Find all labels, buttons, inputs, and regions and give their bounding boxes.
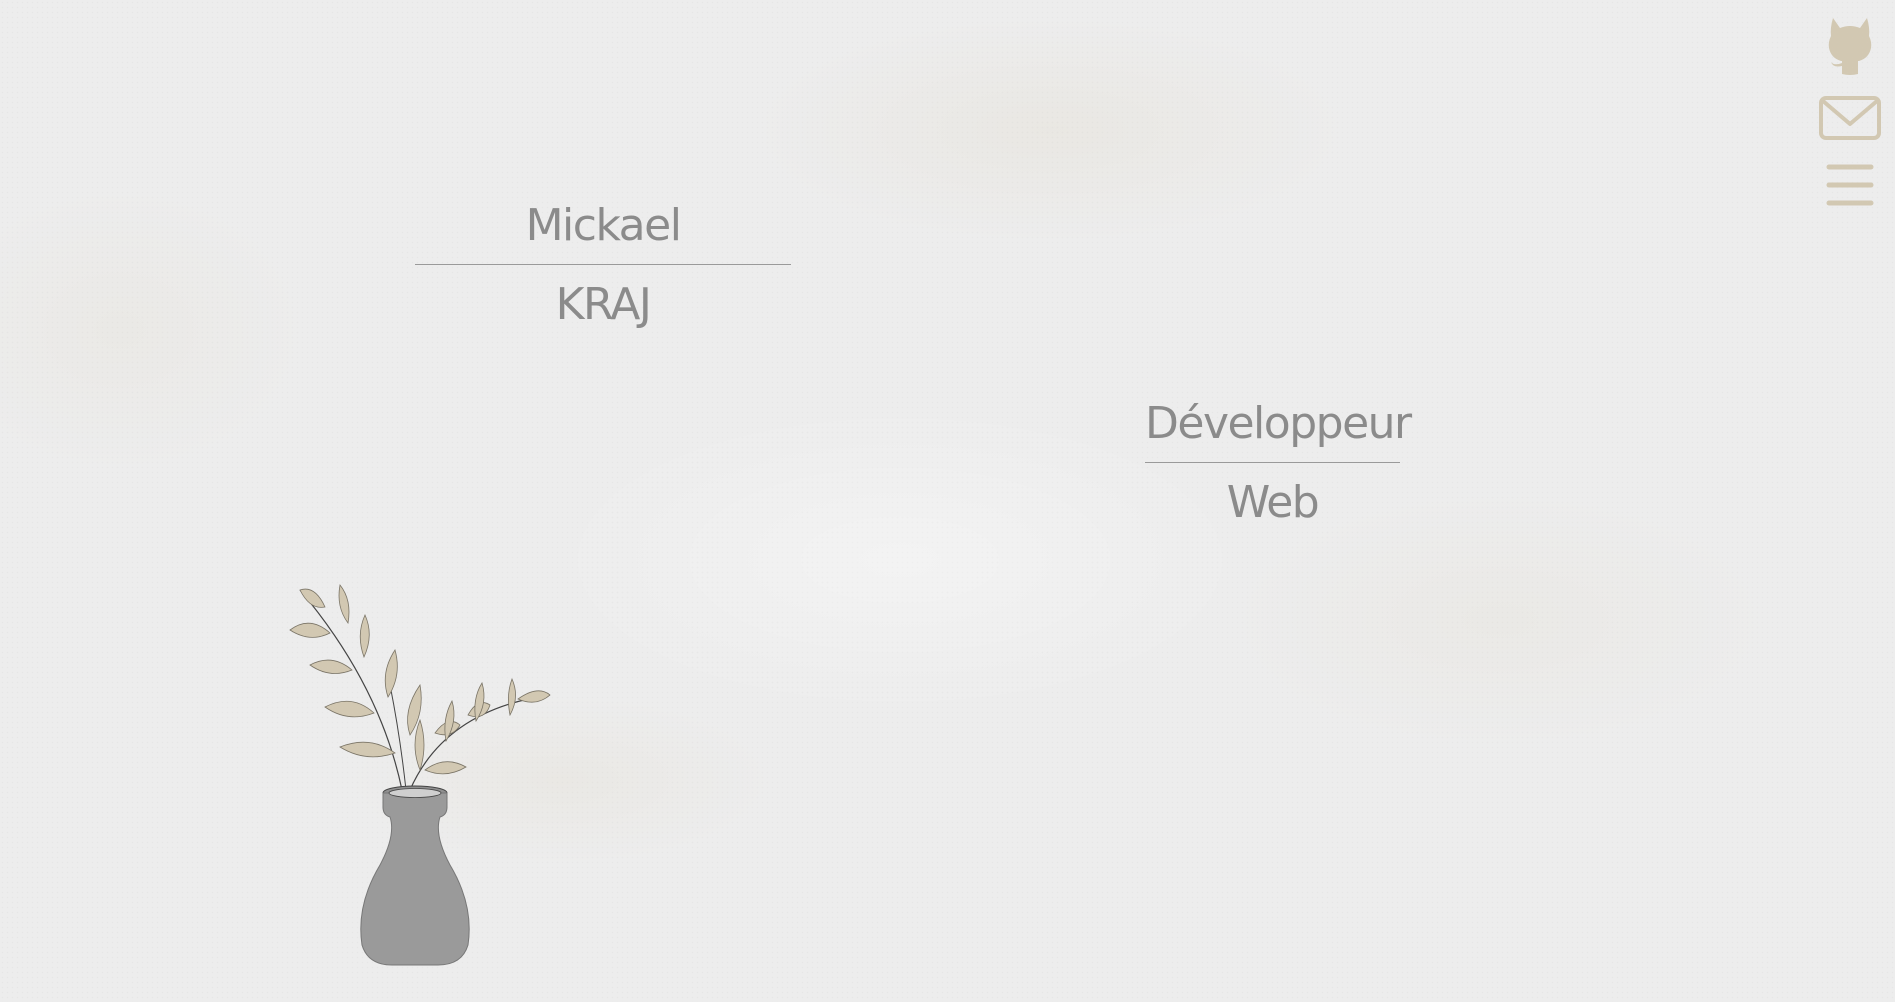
github-icon[interactable] [1825,14,1875,76]
role-divider [1145,462,1400,463]
side-nav [1817,12,1883,210]
last-name: KRAJ [555,279,652,330]
vase [360,785,470,966]
role-line-1: Développeur [1145,398,1412,449]
first-name: Mickael [525,200,682,251]
name-divider [415,264,791,265]
name-heading: Mickael KRAJ [415,200,791,331]
mail-icon[interactable] [1818,94,1882,142]
menu-icon[interactable] [1825,160,1875,210]
role-heading: Développeur Web [1145,398,1412,529]
leaf-branches [289,584,551,791]
role-line-2: Web [1226,477,1320,528]
vase-plant-illustration [270,575,570,975]
